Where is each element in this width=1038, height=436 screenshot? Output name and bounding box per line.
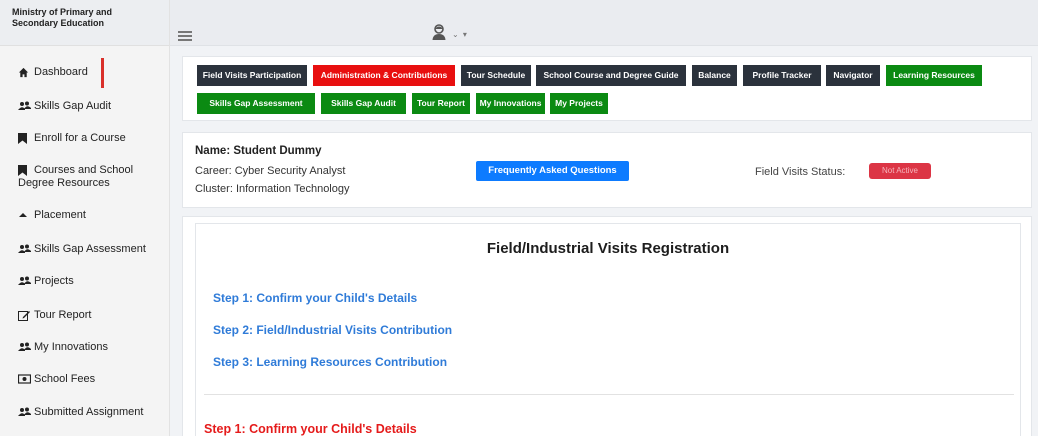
divider [204, 394, 1014, 395]
tab-learning-resources[interactable]: Learning Resources [886, 65, 982, 86]
sidebar-item-my-innovations[interactable]: My Innovations [0, 341, 169, 354]
sidebar-item-projects[interactable]: Projects [0, 275, 169, 288]
group-icon [18, 243, 34, 254]
sidebar-item-label: My Innovations [34, 341, 108, 353]
sidebar-item-skills-gap-audit[interactable]: Skills Gap Audit [0, 100, 169, 113]
tab-administration-contributions[interactable]: Administration & Contributions [313, 65, 455, 86]
sidebar-item-label: Enroll for a Course [34, 132, 126, 144]
money-icon [18, 373, 34, 384]
sidebar-item-submitted-assignment[interactable]: Submitted Assignment [0, 406, 169, 419]
sidebar-item-skills-gap-assessment[interactable]: Skills Gap Assessment [0, 243, 169, 256]
brand-title: Ministry of Primary and Secondary Educat… [0, 0, 169, 46]
brand-line-2: Secondary Education [12, 18, 105, 28]
quick-links-panel: Field Visits Participation Administratio… [182, 56, 1032, 121]
student-cluster: Cluster: Information Technology [195, 183, 350, 195]
sidebar-item-label-line-2: Degree Resources [18, 177, 110, 189]
page-title: Field/Industrial Visits Registration [486, 240, 730, 257]
step-1-link[interactable]: Step 1: Confirm your Child's Details [213, 291, 417, 305]
step-3-link[interactable]: Step 3: Learning Resources Contribution [213, 355, 447, 369]
sidebar-item-label: Skills Gap Audit [34, 100, 112, 112]
section-heading: Step 1: Confirm your Child's Details [204, 422, 417, 436]
student-info-panel: Name: Student Dummy Career: Cyber Securi… [182, 132, 1032, 208]
bookmark-icon [18, 164, 34, 177]
sidebar-item-label: Submitted Assignment [34, 406, 144, 418]
user-avatar-icon [432, 24, 446, 45]
sidebar: Ministry of Primary and Secondary Educat… [0, 0, 170, 436]
tab-school-course-degree-guide[interactable]: School Course and Degree Guide [536, 65, 686, 86]
sidebar-item-enroll-course[interactable]: Enroll for a Course [0, 132, 169, 145]
tab-profile-tracker[interactable]: Profile Tracker [743, 65, 821, 86]
home-icon [18, 66, 34, 78]
faq-button[interactable]: Frequently Asked Questions [476, 161, 629, 181]
student-career: Career: Cyber Security Analyst [195, 165, 346, 177]
tab-skills-gap-audit[interactable]: Skills Gap Audit [321, 93, 406, 114]
bookmark-icon [18, 132, 34, 144]
top-navbar: ⌄ ▾ [170, 0, 1038, 46]
field-visits-status-label: Field Visits Status: [755, 166, 846, 178]
sidebar-item-label: Skills Gap Assessment [34, 243, 146, 255]
sidebar-item-label: Courses and School [34, 164, 134, 176]
sidebar-item-courses-resources[interactable]: Courses and School Degree Resources [0, 164, 169, 190]
sidebar-item-dashboard[interactable]: Dashboard [0, 58, 169, 88]
student-name: Name: Student Dummy [195, 145, 322, 157]
hamburger-menu-icon[interactable] [178, 31, 192, 41]
sidebar-item-label: Dashboard [34, 66, 88, 78]
group-icon [18, 341, 34, 352]
group-icon [18, 406, 34, 417]
tab-tour-report[interactable]: Tour Report [412, 93, 470, 114]
registration-card: Field/Industrial Visits Registration Ste… [195, 223, 1021, 436]
tab-balance[interactable]: Balance [692, 65, 737, 86]
user-menu[interactable]: ⌄ ▾ [432, 24, 468, 45]
registration-panel: Field/Industrial Visits Registration Ste… [182, 216, 1032, 436]
tab-tour-schedule[interactable]: Tour Schedule [461, 65, 531, 86]
sidebar-item-school-fees[interactable]: School Fees [0, 373, 169, 386]
sidebar-item-tour-report[interactable]: Tour Report [0, 309, 169, 322]
sidebar-item-label: Placement [34, 209, 86, 221]
tab-field-visits-participation[interactable]: Field Visits Participation [197, 65, 307, 86]
edit-icon [18, 309, 34, 321]
brand-line-1: Ministry of Primary and [12, 7, 113, 17]
tab-my-projects[interactable]: My Projects [550, 93, 608, 114]
step-2-link[interactable]: Step 2: Field/Industrial Visits Contribu… [213, 323, 452, 337]
chevron-down-icon: ⌄ ▾ [452, 30, 468, 39]
group-icon [18, 275, 34, 286]
group-icon [18, 100, 34, 111]
tab-navigator[interactable]: Navigator [826, 65, 880, 86]
status-badge: Not Active [869, 163, 931, 179]
tab-my-innovations[interactable]: My Innovations [476, 93, 545, 114]
sidebar-item-placement[interactable]: Placement [0, 209, 169, 222]
sidebar-item-label: Projects [34, 275, 74, 287]
caret-up-icon [18, 209, 34, 220]
sidebar-item-label: Tour Report [34, 309, 92, 321]
tab-skills-gap-assessment[interactable]: Skills Gap Assessment [197, 93, 315, 114]
sidebar-item-label: School Fees [34, 373, 96, 385]
sidebar-menu: Dashboard Skills Gap Audit Enroll for a … [0, 46, 169, 419]
